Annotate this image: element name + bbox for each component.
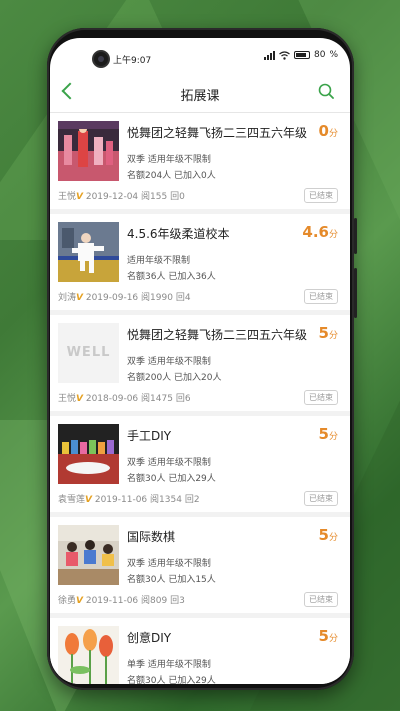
- course-score: 4.6分: [302, 223, 338, 241]
- view-count: 阅1475: [141, 394, 173, 404]
- volume-button: [354, 218, 357, 254]
- course-list: 悦舞团之轻舞飞扬二三四五六年级 0分 双季 适用年级不限制 名额204人 已加入…: [50, 113, 350, 684]
- list-item[interactable]: 创意DIY 5分 单季 适用年级不限制 名额30人 已加入29人: [50, 618, 350, 684]
- list-item[interactable]: 国际数棋 5分 双季 适用年级不限制 名额30人 已加入15人 徐勇V 2019…: [50, 517, 350, 618]
- battery-percent: 80: [313, 50, 326, 60]
- course-thumbnail: [58, 424, 119, 484]
- reply-count: 回4: [175, 293, 191, 303]
- reply-count: 回2: [184, 495, 200, 505]
- post-date: 2019-11-06: [85, 596, 139, 606]
- signal-icon: [263, 50, 275, 60]
- verified-badge: V: [85, 495, 92, 505]
- course-meta: 王悦V 2019-12-04 阅155 回0: [58, 189, 185, 202]
- power-button: [354, 268, 357, 318]
- status-badge: 已结束: [304, 592, 338, 607]
- front-camera: [92, 50, 110, 68]
- post-date: 2018-09-06: [85, 394, 139, 404]
- list-item[interactable]: 4.5.6年级柔道校本 4.6分 适用年级不限制 名额36人 已加入36人 刘涛…: [50, 214, 350, 315]
- course-season: 单季 适用年级不限制: [127, 660, 211, 670]
- course-score: 5分: [318, 526, 338, 544]
- course-thumbnail: [58, 222, 119, 282]
- nav-header: 拓展课: [50, 76, 350, 113]
- reply-count: 回0: [170, 192, 185, 202]
- list-item[interactable]: 手工DIY 5分 双季 适用年级不限制 名额30人 已加入29人 袁雪莲V 20…: [50, 416, 350, 517]
- course-meta: 徐勇V 2019-11-06 阅809 回3: [58, 593, 185, 606]
- view-count: 阅155: [141, 192, 168, 202]
- status-bar: 上午9:07 80%: [50, 38, 350, 76]
- course-season: 适用年级不限制: [127, 256, 191, 266]
- percent-sign: %: [329, 50, 338, 60]
- status-badge: 已结束: [304, 390, 338, 405]
- course-quota: 名额30人 已加入15人: [127, 575, 216, 585]
- post-date: 2019-11-06: [94, 495, 148, 505]
- app-screen: 上午9:07 80% 拓展课 悦舞团之轻舞飞扬二三四五六年级 0分 双季 适用年…: [50, 38, 350, 684]
- course-quota: 名额30人 已加入29人: [127, 474, 216, 484]
- author-name: 王悦: [58, 192, 77, 202]
- course-quota: 名额30人 已加入29人: [127, 676, 216, 684]
- verified-badge: V: [76, 596, 83, 606]
- verified-badge: V: [76, 394, 83, 404]
- status-icons: 80%: [263, 50, 338, 60]
- author-name: 刘涛: [58, 293, 77, 303]
- course-season: 双季 适用年级不限制: [127, 559, 211, 569]
- course-season: 双季 适用年级不限制: [127, 458, 211, 468]
- course-thumbnail: [58, 626, 119, 684]
- course-score: 5分: [318, 425, 338, 443]
- course-meta: 王悦V 2018-09-06 阅1475 回6: [58, 391, 191, 404]
- view-count: 阅809: [141, 596, 168, 606]
- list-item[interactable]: WELL 悦舞团之轻舞飞扬二三四五六年级 5分 双季 适用年级不限制 名额200…: [50, 315, 350, 416]
- course-meta: 袁雪莲V 2019-11-06 阅1354 回2: [58, 492, 200, 505]
- view-count: 阅1990: [141, 293, 173, 303]
- course-quota: 名额204人 已加入0人: [127, 171, 216, 181]
- course-thumbnail: WELL: [58, 323, 119, 383]
- wifi-icon: [279, 50, 290, 60]
- verified-badge: V: [76, 192, 83, 202]
- author-name: 王悦: [58, 394, 77, 404]
- search-icon[interactable]: [318, 83, 334, 99]
- course-thumbnail: [58, 525, 119, 585]
- status-badge: 已结束: [304, 491, 338, 506]
- author-name: 袁雪莲: [58, 495, 86, 505]
- view-count: 阅1354: [150, 495, 182, 505]
- course-name: 创意DIY: [127, 631, 172, 645]
- battery-icon: [293, 51, 310, 59]
- list-item[interactable]: 悦舞团之轻舞飞扬二三四五六年级 0分 双季 适用年级不限制 名额204人 已加入…: [50, 113, 350, 214]
- post-date: 2019-12-04: [85, 192, 139, 202]
- course-score: 0分: [318, 122, 338, 140]
- well-logo: WELL: [66, 345, 111, 360]
- course-season: 双季 适用年级不限制: [127, 357, 211, 367]
- reply-count: 回3: [170, 596, 185, 606]
- course-quota: 名额200人 已加入20人: [127, 373, 222, 383]
- status-badge: 已结束: [304, 289, 338, 304]
- verified-badge: V: [76, 293, 83, 303]
- course-name: 4.5.6年级柔道校本: [127, 227, 230, 241]
- course-name: 悦舞团之轻舞飞扬二三四五六年级: [127, 126, 308, 140]
- course-score: 5分: [318, 324, 338, 342]
- course-thumbnail: [58, 121, 119, 181]
- course-season: 双季 适用年级不限制: [127, 155, 211, 165]
- course-meta: 刘涛V 2019-09-16 阅1990 回4: [58, 290, 191, 303]
- course-name: 悦舞团之轻舞飞扬二三四五六年级: [127, 328, 308, 342]
- status-badge: 已结束: [304, 188, 338, 203]
- course-quota: 名额36人 已加入36人: [127, 272, 216, 282]
- course-score: 5分: [318, 627, 338, 645]
- course-name: 手工DIY: [127, 429, 172, 443]
- author-name: 徐勇: [58, 596, 77, 606]
- page-title: 拓展课: [180, 89, 220, 104]
- reply-count: 回6: [175, 394, 191, 404]
- post-date: 2019-09-16: [85, 293, 139, 303]
- course-name: 国际数棋: [127, 530, 176, 544]
- status-time: 上午9:07: [113, 56, 152, 66]
